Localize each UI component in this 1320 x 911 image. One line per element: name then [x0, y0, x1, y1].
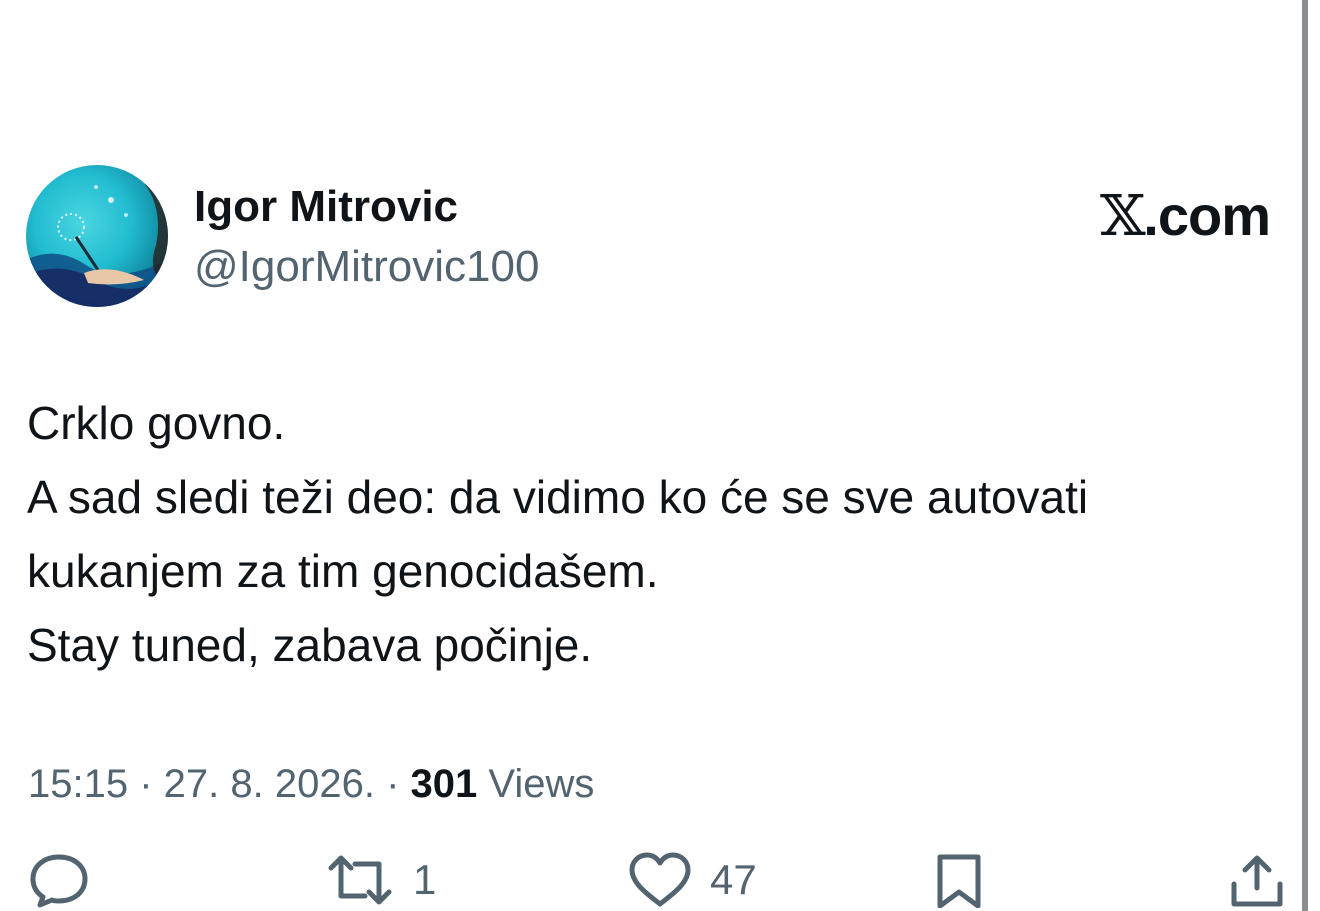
share-button[interactable]: [1228, 852, 1286, 908]
repost-icon: [328, 855, 392, 905]
tweet-text: Crklo govno. A sad sledi teži deo: da vi…: [27, 386, 1287, 682]
brand-suffix: .com: [1143, 184, 1271, 247]
meta-separator: ·: [374, 762, 411, 806]
tweet-time[interactable]: 15:15: [28, 762, 128, 806]
repost-button[interactable]: 1: [325, 852, 436, 908]
tweet-actions-bar: 1 47: [0, 852, 1320, 911]
like-button[interactable]: 47: [628, 852, 757, 908]
window-edge: [1302, 0, 1308, 911]
like-count: 47: [710, 856, 757, 903]
meta-separator: ·: [128, 762, 164, 806]
reply-button[interactable]: [28, 852, 90, 908]
tweet-line: A sad sledi teži deo: da vidimo ko će se…: [27, 471, 1089, 523]
avatar[interactable]: [26, 165, 168, 307]
repost-count: 1: [413, 856, 437, 903]
heart-icon: [629, 852, 691, 907]
tweet-line: Crklo govno.: [27, 397, 286, 449]
avatar-artwork-icon: [26, 165, 168, 307]
reply-icon: [30, 854, 88, 908]
tweet-metadata: 15:15 · 27. 8. 2026. · 301 Views: [28, 758, 594, 810]
share-icon: [1231, 855, 1283, 907]
tweet-line: kukanjem za tim genocidašem.: [27, 545, 659, 597]
tweet-date[interactable]: 27. 8. 2026.: [164, 762, 375, 806]
author-display-name[interactable]: Igor Mitrovic: [194, 181, 458, 233]
bookmark-icon: [937, 854, 981, 908]
tweet-line: Stay tuned, zabava počinje.: [27, 619, 593, 671]
brand-logo: 𝕏.com: [1099, 184, 1271, 249]
author-handle[interactable]: @IgorMitrovic100: [194, 241, 539, 293]
views-label: Views: [488, 762, 595, 806]
x-logo-icon: 𝕏: [1099, 184, 1146, 249]
bookmark-button[interactable]: [932, 852, 986, 908]
views-count: 301: [410, 762, 478, 806]
